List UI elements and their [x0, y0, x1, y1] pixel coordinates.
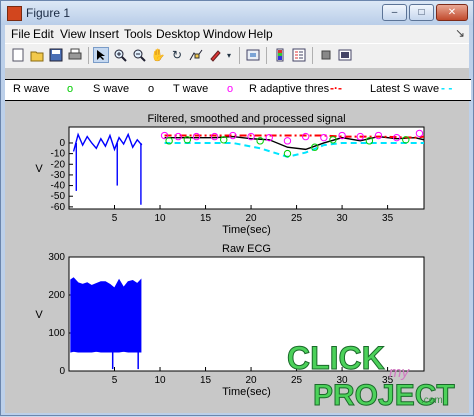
toolbar-separator	[239, 47, 240, 64]
dock-arrow-icon[interactable]: ↘	[455, 26, 465, 40]
legend-marker-t-wave: o	[148, 83, 155, 95]
legend[interactable]: R wave o S wave o T wave o R adaptive th…	[5, 79, 471, 101]
new-figure-icon[interactable]	[10, 47, 26, 63]
open-file-icon[interactable]	[29, 47, 45, 63]
figure-window: Figure 1 – □ ✕ File Edit View Insert Too…	[0, 0, 474, 416]
hide-plot-tools-icon[interactable]	[318, 47, 334, 63]
menu-desktop[interactable]: Desktop	[156, 27, 200, 41]
close-button[interactable]: ✕	[436, 4, 468, 21]
menu-edit[interactable]: Edit	[33, 27, 54, 41]
legend-label-t-wave: T wave	[173, 83, 209, 95]
menu-insert[interactable]: Insert	[89, 27, 119, 41]
menu-view[interactable]: View	[60, 27, 86, 41]
window-title: Figure 1	[26, 6, 71, 20]
title-bar[interactable]: Figure 1 – □ ✕	[1, 1, 473, 25]
legend-marker-r-adaptive-thres: o	[227, 83, 234, 95]
data-cursor-icon[interactable]	[188, 47, 204, 63]
pan-icon[interactable]: ✋	[150, 47, 166, 63]
figure-toolbar: ✋ ↻ ▾	[5, 43, 469, 69]
watermark-logo: CLICK my PROJECT .com	[287, 340, 456, 412]
show-plot-tools-icon[interactable]	[337, 47, 353, 63]
legend-marker-s-wave: o	[67, 83, 74, 95]
legend-label-s-wave: S wave	[93, 83, 130, 95]
maximize-button[interactable]: □	[409, 4, 434, 21]
zoom-out-icon[interactable]	[131, 47, 147, 63]
toolbar-separator	[266, 47, 267, 64]
legend-marker-cyan-dashed: - -	[441, 81, 453, 95]
save-icon[interactable]	[48, 47, 64, 63]
menu-window[interactable]: Window	[203, 27, 246, 41]
brush-icon[interactable]	[207, 47, 223, 63]
svg-text:.com: .com	[421, 395, 443, 406]
menu-file[interactable]: File	[11, 27, 30, 41]
legend-label-latest-s-wave: Latest S wave	[370, 83, 440, 95]
svg-text:CLICK: CLICK	[287, 340, 385, 376]
menu-help[interactable]: Help	[248, 27, 273, 41]
rotate-3d-icon[interactable]: ↻	[169, 47, 185, 63]
brush-dropdown-icon[interactable]: ▾	[224, 47, 234, 63]
insert-legend-icon[interactable]	[291, 47, 307, 63]
matlab-icon	[7, 6, 22, 21]
legend-marker-latest-s-wave: -·-	[330, 81, 342, 95]
menu-tools[interactable]: Tools	[124, 27, 152, 41]
legend-label-r-wave: R wave	[13, 83, 50, 95]
toolbar-separator	[88, 47, 89, 64]
legend-label-r-adaptive-thres: R adaptive thres	[249, 83, 330, 95]
minimize-button[interactable]: –	[382, 4, 407, 21]
toolbar-separator	[312, 47, 313, 64]
print-icon[interactable]	[67, 47, 83, 63]
menu-bar: File Edit View Insert Tools Desktop Wind…	[5, 25, 469, 43]
link-plot-icon[interactable]	[245, 47, 261, 63]
insert-colorbar-icon[interactable]	[272, 47, 288, 63]
edit-plot-icon[interactable]	[93, 47, 109, 63]
zoom-in-icon[interactable]	[112, 47, 128, 63]
